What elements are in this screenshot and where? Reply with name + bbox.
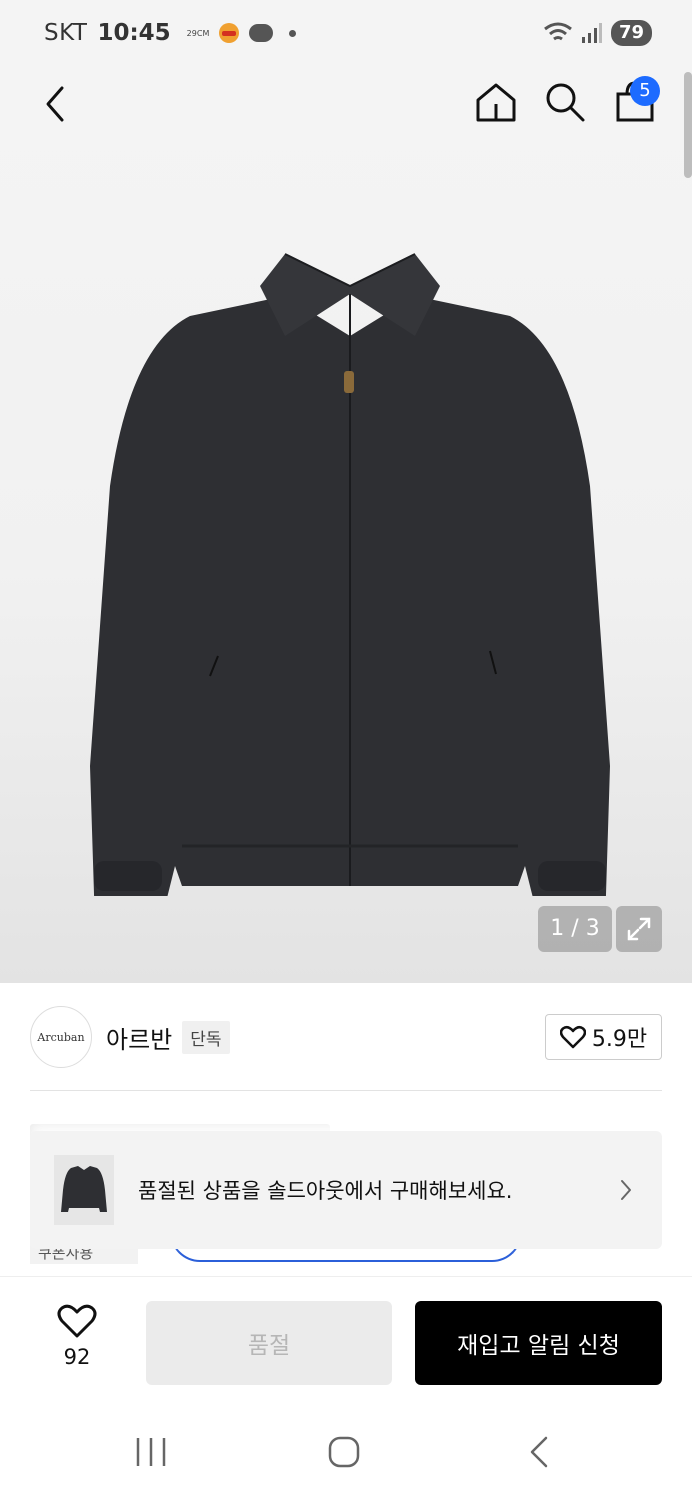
status-left: SKT 10:45 29CM [44, 20, 297, 46]
product-photo-jacket [90, 253, 610, 896]
restock-alert-button[interactable]: 재입고 알림 신청 [415, 1301, 662, 1385]
heart-icon [57, 1304, 97, 1338]
cart-count-badge: 5 [630, 76, 660, 106]
clock: 10:45 [97, 20, 171, 46]
recent-apps-icon[interactable] [134, 1436, 168, 1468]
home-button-icon[interactable] [328, 1436, 360, 1468]
brand-like-button[interactable]: 5.9만 [545, 1014, 662, 1060]
wishlist-button[interactable]: 92 [48, 1303, 106, 1373]
brand-logo[interactable]: Arcuban [30, 1006, 92, 1068]
back-icon[interactable] [40, 84, 72, 124]
messenger-icon [249, 24, 274, 42]
battery-indicator: 79 [610, 20, 652, 46]
wifi-icon [544, 22, 572, 41]
search-icon[interactable] [543, 80, 587, 124]
jacket-thumbnail-image [61, 1166, 107, 1212]
heart-icon [559, 1025, 586, 1049]
brand-row: Arcuban 아르반 단독 5.9만 [30, 1005, 662, 1069]
status-right: 79 [543, 20, 652, 46]
home-icon[interactable] [474, 80, 518, 124]
system-back-icon[interactable] [528, 1436, 550, 1468]
soldout-toast-banner[interactable]: 품절된 상품을 솔드아웃에서 구매해보세요. [30, 1131, 662, 1249]
scrollbar-thumb[interactable] [684, 72, 692, 178]
burger-king-icon [219, 23, 240, 43]
system-navigation-bar [0, 1402, 692, 1500]
image-counter: 1 / 3 [538, 906, 612, 952]
purchase-action-bar: 92 품절 재입고 알림 신청 [0, 1276, 692, 1402]
expand-image-button[interactable] [616, 906, 662, 952]
product-image-gallery[interactable]: 5 1 / 3 [0, 66, 692, 983]
signal-icon [581, 23, 602, 43]
toast-product-thumbnail [54, 1155, 114, 1225]
exclusive-badge: 단독 [182, 1020, 230, 1054]
carrier-label: SKT [44, 20, 88, 46]
toast-message: 품절된 상품을 솔드아웃에서 구매해보세요. [138, 1179, 513, 1203]
divider [30, 1090, 662, 1091]
brand-like-count: 5.9만 [591, 1027, 648, 1052]
chevron-right-icon [621, 1180, 631, 1200]
wishlist-count: 92 [63, 1345, 91, 1369]
more-notifications-dot-icon [289, 29, 297, 37]
brand-name[interactable]: 아르반 [106, 1020, 172, 1055]
soldout-button: 품절 [146, 1301, 392, 1385]
status-bar: SKT 10:45 29CM 79 [0, 0, 692, 66]
app-notification-label: 29CM [186, 28, 210, 38]
expand-icon [627, 917, 651, 941]
